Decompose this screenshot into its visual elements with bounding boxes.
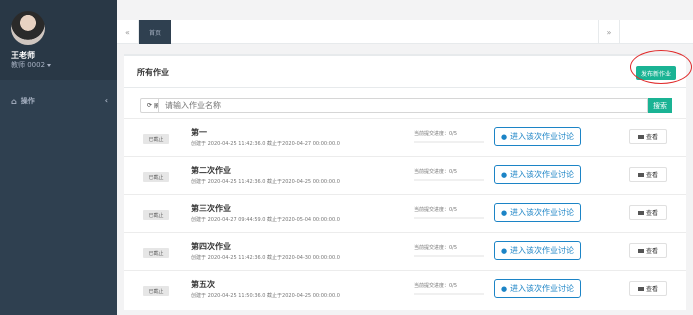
divider — [124, 87, 686, 88]
view-label: 查看 — [645, 172, 658, 179]
view-button[interactable]: 查看 — [629, 167, 667, 182]
assignment-meta: 创建于 2020-04-25 11:50:36.0 截止于2020-04-25 … — [191, 293, 340, 299]
discussion-label: 进入该次作业讨论 — [510, 208, 575, 217]
chat-icon: ● — [500, 170, 508, 179]
submission-progress: 当前提交进度：0/5 — [414, 245, 458, 251]
refresh-icon: ⟳ — [147, 102, 153, 109]
folder-icon — [637, 134, 644, 139]
folder-icon — [637, 248, 644, 253]
sidebar-item-operations[interactable]: ⌂ 操作 ‹ — [0, 90, 117, 112]
panel-title: 所有作业 — [137, 68, 169, 77]
assignment-row: 已截止 第三次作业 创建于 2020-04-27 09:44:59.0 截止于2… — [124, 194, 686, 231]
discussion-button[interactable]: ● 进入该次作业讨论 — [494, 127, 581, 146]
assignment-name: 第五次 — [191, 280, 215, 289]
chat-icon: ● — [500, 284, 508, 293]
assignment-name: 第一 — [191, 128, 207, 137]
tab-home[interactable]: 首页 — [139, 20, 171, 44]
avatar[interactable] — [11, 11, 45, 45]
top-bar — [117, 0, 693, 20]
assignment-name: 第二次作业 — [191, 166, 231, 175]
tab-scroll-right-button[interactable]: » — [598, 20, 620, 44]
user-role-label: 教师 0002 — [11, 61, 46, 69]
user-role-dropdown[interactable]: 教师 0002 — [11, 60, 52, 70]
progress-bar — [414, 217, 484, 219]
progress-bar — [414, 293, 484, 295]
chat-icon: ● — [500, 132, 508, 141]
submission-progress: 当前提交进度：0/5 — [414, 207, 458, 213]
status-badge: 已截止 — [143, 210, 169, 220]
sidebar-item-label: 操作 — [20, 97, 35, 105]
discussion-label: 进入该次作业讨论 — [510, 170, 575, 179]
discussion-button[interactable]: ● 进入该次作业讨论 — [494, 241, 581, 260]
assignment-row: 已截止 第二次作业 创建于 2020-04-25 11:42:36.0 截止于2… — [124, 156, 686, 193]
assignment-row: 已截止 第五次 创建于 2020-04-25 11:50:36.0 截止于202… — [124, 270, 686, 307]
discussion-button[interactable]: ● 进入该次作业讨论 — [494, 165, 581, 184]
folder-icon — [637, 210, 644, 215]
discussion-label: 进入该次作业讨论 — [510, 246, 575, 255]
chat-icon: ● — [500, 246, 508, 255]
view-button[interactable]: 查看 — [629, 281, 667, 296]
progress-bar — [414, 255, 484, 257]
assignment-meta: 创建于 2020-04-27 09:44:59.0 截止于2020-05-04 … — [191, 217, 340, 223]
publish-assignment-button[interactable]: 发布新作业 — [636, 66, 676, 80]
status-badge: 已截止 — [143, 172, 169, 182]
chevron-left-icon: ‹ — [104, 96, 108, 105]
status-badge: 已截止 — [143, 134, 169, 144]
folder-icon — [637, 172, 644, 177]
discussion-button[interactable]: ● 进入该次作业讨论 — [494, 279, 581, 298]
submission-progress: 当前提交进度：0/5 — [414, 283, 458, 289]
assignment-row: 已截止 第一 创建于 2020-04-25 11:42:36.0 截止于2020… — [124, 118, 686, 155]
assignment-row: 已截止 第四次作业 创建于 2020-04-25 11:42:36.0 截止于2… — [124, 232, 686, 269]
search-button[interactable]: 搜索 — [648, 98, 672, 113]
discussion-button[interactable]: ● 进入该次作业讨论 — [494, 203, 581, 222]
view-label: 查看 — [645, 286, 658, 293]
progress-bar — [414, 179, 484, 181]
profile-header: 王老师 教师 0002 — [0, 0, 117, 80]
discussion-label: 进入该次作业讨论 — [510, 132, 575, 141]
view-button[interactable]: 查看 — [629, 205, 667, 220]
assignment-meta: 创建于 2020-04-25 11:42:36.0 截止于2020-04-27 … — [191, 141, 340, 147]
view-label: 查看 — [645, 248, 658, 255]
discussion-label: 进入该次作业讨论 — [510, 284, 575, 293]
assignment-meta: 创建于 2020-04-25 11:42:36.0 截止于2020-04-30 … — [191, 255, 340, 261]
view-label: 查看 — [645, 210, 658, 217]
tab-scroll-left-button[interactable]: « — [117, 20, 139, 44]
tab-bar: « 首页 » — [117, 20, 693, 44]
submission-progress: 当前提交进度：0/5 — [414, 131, 458, 137]
caret-down-icon — [47, 63, 52, 67]
assignments-panel: 所有作业 发布新作业 ⟳ 刷新 搜索 已截止 第一 创建于 2020-04-25… — [124, 50, 692, 310]
status-badge: 已截止 — [143, 248, 169, 258]
chat-icon: ● — [500, 208, 508, 217]
folder-icon — [637, 286, 644, 291]
progress-bar — [414, 141, 484, 143]
home-icon: ⌂ — [11, 96, 17, 106]
assignment-meta: 创建于 2020-04-25 11:42:36.0 截止于2020-04-25 … — [191, 179, 340, 185]
view-button[interactable]: 查看 — [629, 243, 667, 258]
view-label: 查看 — [645, 134, 658, 141]
assignment-name: 第三次作业 — [191, 204, 231, 213]
sidebar: 王老师 教师 0002 ⌂ 操作 ‹ — [0, 0, 117, 315]
search-input[interactable] — [158, 98, 648, 113]
status-badge: 已截止 — [143, 286, 169, 296]
view-button[interactable]: 查看 — [629, 129, 667, 144]
submission-progress: 当前提交进度：0/5 — [414, 169, 458, 175]
assignment-name: 第四次作业 — [191, 242, 231, 251]
